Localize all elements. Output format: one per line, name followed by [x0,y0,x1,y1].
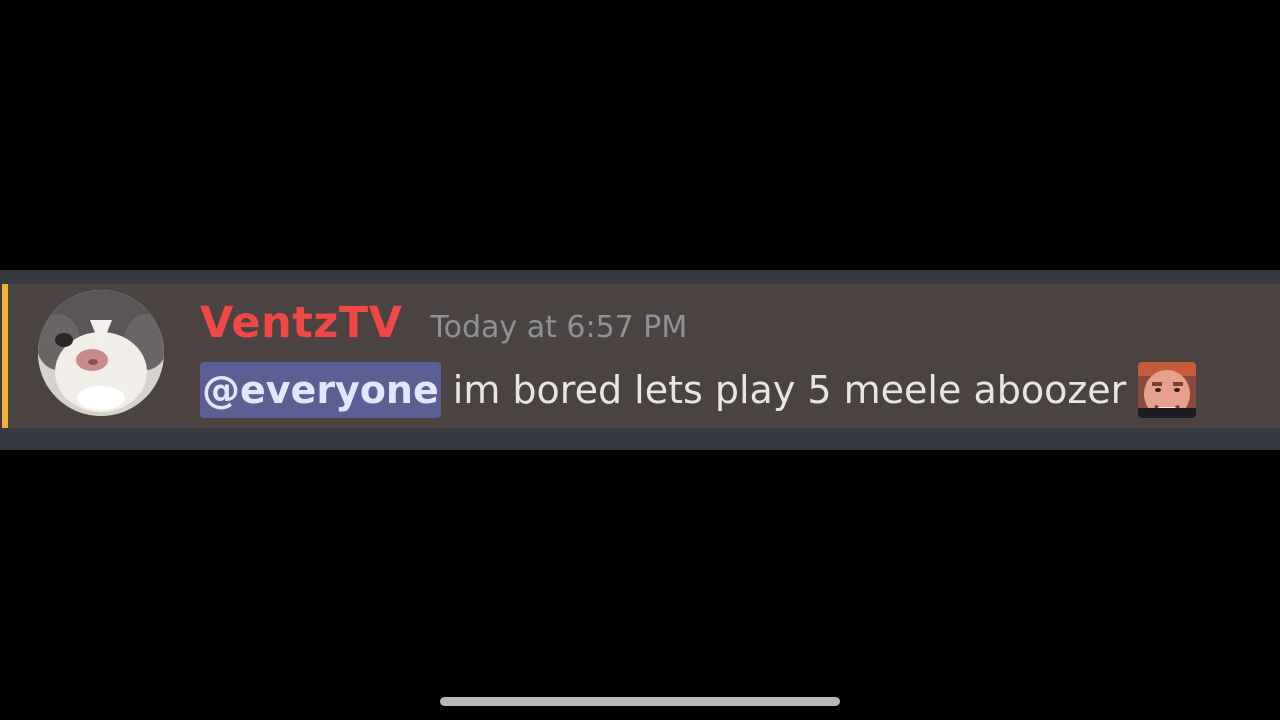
message-content: @everyone im bored lets play 5 meele abo… [200,358,1197,422]
cat-avatar-icon [38,290,164,416]
author-username[interactable]: VentzTV [200,298,402,348]
everyone-mention[interactable]: @everyone [200,362,441,418]
message-text: im bored lets play 5 meele aboozer [452,368,1127,412]
message-header: VentzTV Today at 6:57 PM [200,298,687,354]
custom-emoji[interactable] [1138,362,1197,418]
face-emoji-icon [1138,362,1197,418]
home-indicator[interactable] [440,697,840,706]
screen: VentzTV Today at 6:57 PM @everyone im bo… [0,0,1280,720]
message-timestamp[interactable]: Today at 6:57 PM [430,310,687,345]
avatar[interactable] [38,290,164,416]
